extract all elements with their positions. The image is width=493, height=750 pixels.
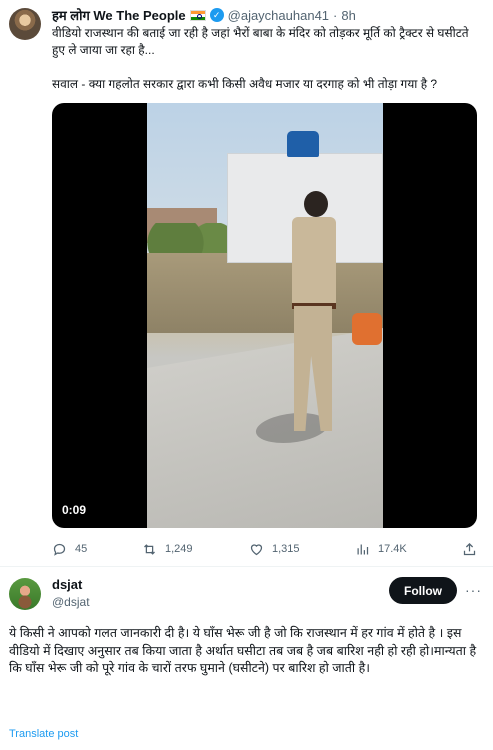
reply-author-name[interactable]: dsjat — [52, 577, 82, 592]
views-icon — [357, 544, 369, 554]
video-player[interactable]: 0:09 — [52, 103, 477, 528]
views-button[interactable]: 17.4K — [355, 540, 407, 558]
like-count: 1,315 — [272, 543, 300, 555]
video-person — [282, 191, 342, 441]
tweet-actions: 45 1,249 1,315 17.4K — [52, 540, 484, 558]
reply-count: 45 — [75, 543, 88, 555]
retweet-icon — [144, 543, 155, 555]
reply-author-avatar[interactable] — [9, 578, 41, 610]
author-avatar[interactable] — [9, 8, 41, 40]
video-idol — [352, 313, 382, 345]
retweet-count: 1,249 — [165, 543, 193, 555]
verified-badge-icon: ✓ — [209, 8, 224, 22]
reply-text: ये किसी ने आपको गलत जानकारी दी है। ये घा… — [9, 626, 477, 675]
original-tweet[interactable]: हम लोग We The People ✓ @ajaychauhan41 · … — [0, 0, 493, 566]
views-count: 17.4K — [378, 543, 407, 555]
like-icon — [250, 543, 263, 555]
reply-icon — [53, 543, 66, 556]
tweet-text-paragraph-1: वीडियो राजस्थान की बताई जा रही है जहां भ… — [52, 26, 469, 57]
reply-author-handle[interactable]: @dsjat — [52, 595, 90, 609]
more-icon[interactable]: ··· — [465, 582, 482, 598]
separator-dot: · — [333, 7, 338, 23]
author-name[interactable]: हम लोग We The People — [52, 6, 186, 24]
tweet-header: हम लोग We The People ✓ @ajaychauhan41 · … — [52, 6, 356, 24]
video-timestamp: 0:09 — [62, 503, 87, 517]
video-frame — [147, 103, 383, 528]
video-ground — [147, 253, 383, 333]
video-water-tank — [287, 131, 319, 157]
tweet-timestamp[interactable]: 8h — [341, 8, 355, 23]
tweet-text: वीडियो राजस्थान की बताई जा रही है जहां भ… — [52, 25, 484, 110]
translate-post-link[interactable]: Translate post — [9, 728, 78, 740]
follow-button[interactable]: Follow — [389, 577, 457, 604]
reply-tweet[interactable]: dsjat @dsjat Follow ··· ये किसी ने आपको … — [0, 567, 493, 750]
reply-button[interactable]: 45 — [52, 540, 87, 558]
share-button[interactable] — [462, 540, 477, 558]
india-flag-icon — [189, 9, 206, 21]
share-icon — [463, 542, 476, 555]
retweet-button[interactable]: 1,249 — [142, 540, 193, 558]
like-button[interactable]: 1,315 — [249, 540, 300, 558]
tweet-text-paragraph-2: सवाल - क्या गहलोत सरकार द्वारा कभी किसी … — [52, 77, 438, 91]
author-handle[interactable]: @ajaychauhan41 — [228, 8, 329, 23]
